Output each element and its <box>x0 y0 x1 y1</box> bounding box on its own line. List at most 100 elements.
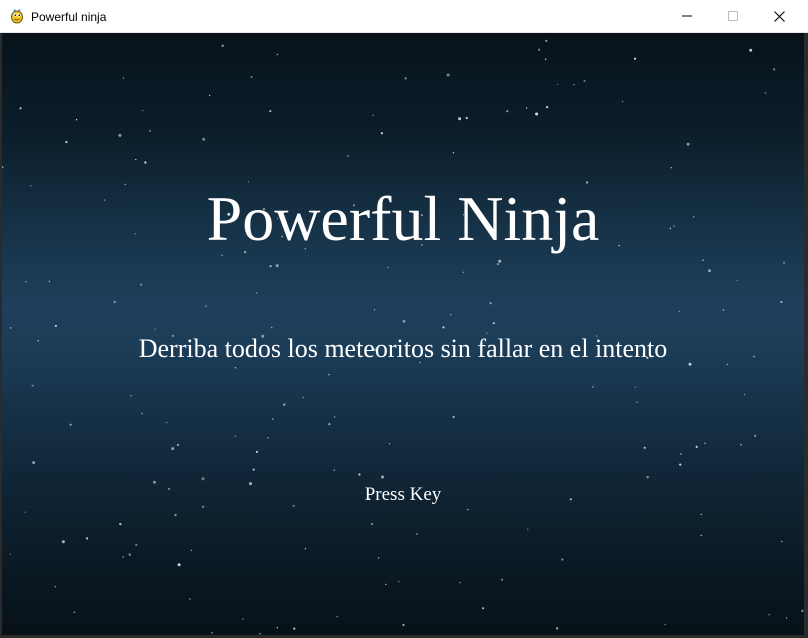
star <box>283 403 286 406</box>
star <box>452 152 455 154</box>
star <box>467 508 469 511</box>
star <box>141 412 143 415</box>
press-key-prompt: Press Key <box>364 484 442 505</box>
star <box>708 269 711 273</box>
title-bar[interactable]: Powerful ninja <box>0 0 808 33</box>
star <box>749 48 753 52</box>
star <box>634 386 637 388</box>
star <box>416 533 418 535</box>
star <box>680 453 682 455</box>
star <box>535 112 539 116</box>
star <box>722 309 725 311</box>
star <box>740 444 742 446</box>
star <box>561 558 564 561</box>
star <box>250 75 253 79</box>
star <box>452 415 455 419</box>
star <box>128 553 131 556</box>
star <box>234 435 237 437</box>
star <box>381 475 384 479</box>
star <box>764 92 767 94</box>
star <box>276 53 278 56</box>
star <box>54 586 56 588</box>
star <box>781 540 783 543</box>
star <box>621 100 624 103</box>
star <box>636 401 638 403</box>
star <box>492 322 495 325</box>
star <box>256 292 258 294</box>
star <box>142 109 144 112</box>
star <box>670 167 672 169</box>
star <box>754 434 757 437</box>
minimize-icon <box>682 15 692 17</box>
star <box>234 367 237 369</box>
star <box>113 300 116 304</box>
star <box>537 48 541 51</box>
star <box>785 617 788 619</box>
star <box>446 73 450 77</box>
star <box>119 523 122 526</box>
star <box>190 549 193 552</box>
star <box>768 614 770 616</box>
game-canvas[interactable]: Powerful Ninja Derriba todos los meteori… <box>2 33 804 635</box>
star <box>32 461 36 465</box>
window-border-right <box>804 33 808 638</box>
maximize-button[interactable] <box>710 0 756 32</box>
star <box>328 423 331 426</box>
star <box>633 57 637 60</box>
star <box>501 578 504 581</box>
star <box>272 418 274 420</box>
star <box>498 259 502 263</box>
star <box>695 445 698 448</box>
star <box>462 271 464 273</box>
star <box>86 537 89 540</box>
star <box>269 265 272 268</box>
star <box>780 300 783 304</box>
star <box>122 556 124 558</box>
star <box>211 632 213 634</box>
maximize-icon <box>728 11 738 21</box>
star <box>664 623 666 626</box>
star <box>221 44 224 47</box>
star <box>154 328 156 330</box>
star <box>387 266 389 268</box>
star <box>489 302 492 305</box>
star <box>333 469 335 471</box>
star <box>546 106 549 109</box>
star <box>646 476 649 479</box>
close-icon <box>773 10 785 22</box>
star <box>255 450 258 453</box>
star <box>380 132 383 135</box>
star <box>276 627 278 629</box>
star <box>402 623 405 627</box>
star <box>496 263 499 266</box>
star <box>545 39 548 42</box>
star <box>458 117 462 121</box>
star <box>9 553 12 555</box>
close-button[interactable] <box>756 0 802 32</box>
star <box>61 540 65 544</box>
star <box>202 137 206 141</box>
star <box>404 77 407 80</box>
star <box>122 77 125 79</box>
star <box>506 110 509 113</box>
star <box>743 393 746 396</box>
minimize-button[interactable] <box>664 0 710 32</box>
star <box>544 58 547 60</box>
star <box>358 473 361 476</box>
star <box>65 140 68 144</box>
window-title: Powerful ninja <box>31 10 107 24</box>
star <box>201 477 205 481</box>
star <box>347 155 349 157</box>
star <box>149 129 152 132</box>
star <box>174 514 177 517</box>
star <box>171 447 175 451</box>
star <box>24 511 26 513</box>
star <box>525 107 528 109</box>
star <box>556 83 559 86</box>
app-window: Powerful ninja Powerful Ninja Derriba to… <box>0 0 808 638</box>
star <box>378 557 380 559</box>
star <box>442 326 445 329</box>
star <box>678 310 680 313</box>
game-title: Powerful Ninja <box>206 183 600 254</box>
star <box>334 416 336 418</box>
